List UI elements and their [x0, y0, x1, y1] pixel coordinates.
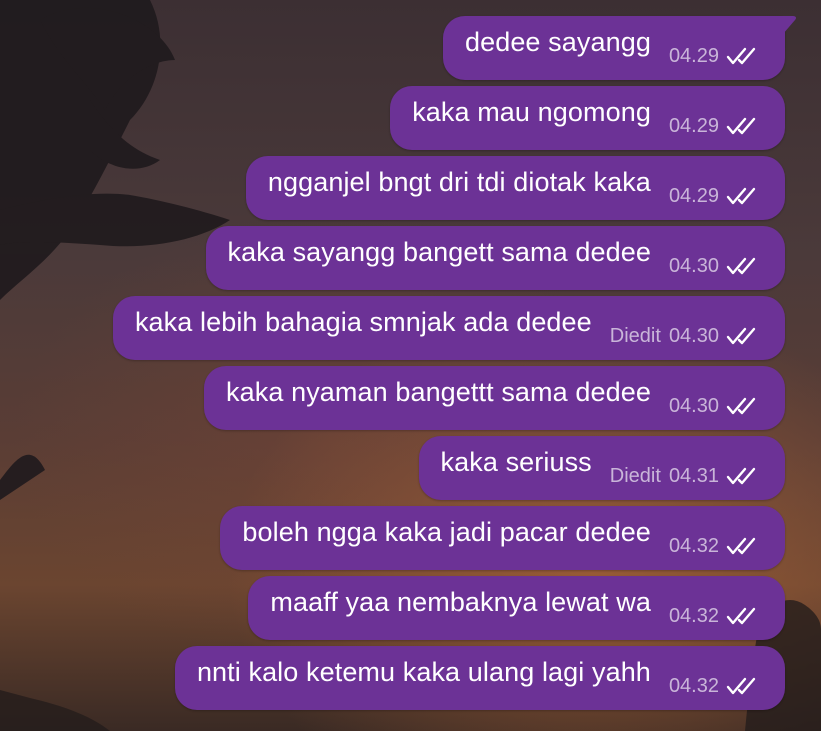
message-text: kaka lebih bahagia smnjak ada dedee: [134, 306, 592, 337]
message-text: kaka nyaman bangettt sama dedee: [226, 376, 651, 407]
bubble-tail: [773, 16, 797, 34]
message-row[interactable]: kaka seriuss Diedit 04.31: [418, 436, 785, 500]
outgoing-message-bubble[interactable]: ngganjel bngt dri tdi diotak kaka 04.29: [245, 156, 785, 220]
message-time: 04.32: [668, 674, 719, 697]
message-meta: Diedit 04.31: [610, 465, 759, 488]
message-meta: Diedit 04.30: [610, 325, 759, 348]
double-check-icon: [726, 397, 756, 415]
message-text: boleh ngga kaka jadi pacar dedee: [242, 516, 651, 547]
message-row[interactable]: kaka mau ngomong 04.29: [390, 86, 785, 150]
outgoing-message-bubble[interactable]: kaka sayangg bangett sama dedee 04.30: [205, 226, 785, 290]
message-row[interactable]: kaka nyaman bangettt sama dedee 04.30: [204, 366, 785, 430]
message-time: 04.29: [668, 114, 719, 137]
outgoing-message-bubble[interactable]: kaka seriuss Diedit 04.31: [418, 436, 785, 500]
message-meta: 04.29: [669, 185, 759, 208]
edited-label: Diedit: [609, 464, 661, 487]
outgoing-message-bubble[interactable]: nnti kalo ketemu kaka ulang lagi yahh 04…: [174, 646, 785, 710]
double-check-icon: [726, 537, 756, 555]
message-row[interactable]: maaff yaa nembaknya lewat wa 04.32: [248, 576, 785, 640]
message-text: maaff yaa nembaknya lewat wa: [270, 586, 651, 617]
message-row[interactable]: dedee sayangg 04.29: [442, 16, 797, 80]
double-check-icon: [726, 327, 756, 345]
message-time: 04.29: [668, 184, 719, 207]
message-meta: 04.29: [669, 45, 759, 68]
outgoing-message-bubble[interactable]: boleh ngga kaka jadi pacar dedee 04.32: [220, 506, 785, 570]
message-text: kaka seriuss: [440, 446, 592, 477]
message-text: nnti kalo ketemu kaka ulang lagi yahh: [196, 656, 651, 687]
double-check-icon: [726, 607, 756, 625]
outgoing-message-bubble[interactable]: dedee sayangg 04.29: [442, 16, 797, 80]
outgoing-message-bubble[interactable]: kaka nyaman bangettt sama dedee 04.30: [204, 366, 785, 430]
message-text: kaka sayangg bangett sama dedee: [227, 236, 651, 267]
outgoing-message-bubble[interactable]: kaka lebih bahagia smnjak ada dedee Died…: [112, 296, 785, 360]
chat-message-list[interactable]: dedee sayangg 04.29 kaka mau ngomong 04.…: [0, 0, 821, 731]
message-meta: 04.29: [669, 115, 759, 138]
double-check-icon: [726, 187, 756, 205]
message-row[interactable]: kaka sayangg bangett sama dedee 04.30: [205, 226, 785, 290]
message-row[interactable]: ngganjel bngt dri tdi diotak kaka 04.29: [245, 156, 785, 220]
message-time: 04.32: [668, 604, 719, 627]
message-meta: 04.30: [669, 395, 759, 418]
double-check-icon: [726, 117, 756, 135]
double-check-icon: [726, 47, 756, 65]
message-time: 04.32: [668, 534, 719, 557]
message-time: 04.29: [668, 44, 719, 67]
message-text: dedee sayangg: [464, 26, 651, 57]
double-check-icon: [726, 467, 756, 485]
message-time: 04.30: [668, 324, 719, 347]
message-text: kaka mau ngomong: [412, 96, 651, 127]
message-time: 04.30: [668, 394, 719, 417]
outgoing-message-bubble[interactable]: maaff yaa nembaknya lewat wa 04.32: [248, 576, 785, 640]
message-text: ngganjel bngt dri tdi diotak kaka: [267, 166, 651, 197]
message-row[interactable]: nnti kalo ketemu kaka ulang lagi yahh 04…: [174, 646, 785, 710]
message-meta: 04.32: [669, 675, 759, 698]
double-check-icon: [726, 257, 756, 275]
message-meta: 04.32: [669, 535, 759, 558]
outgoing-message-bubble[interactable]: kaka mau ngomong 04.29: [390, 86, 785, 150]
edited-label: Diedit: [609, 324, 661, 347]
message-meta: 04.32: [669, 605, 759, 628]
message-meta: 04.30: [669, 255, 759, 278]
message-row[interactable]: boleh ngga kaka jadi pacar dedee 04.32: [220, 506, 785, 570]
message-row[interactable]: kaka lebih bahagia smnjak ada dedee Died…: [112, 296, 785, 360]
message-time: 04.30: [668, 254, 719, 277]
message-time: 04.31: [668, 464, 719, 487]
double-check-icon: [726, 677, 756, 695]
